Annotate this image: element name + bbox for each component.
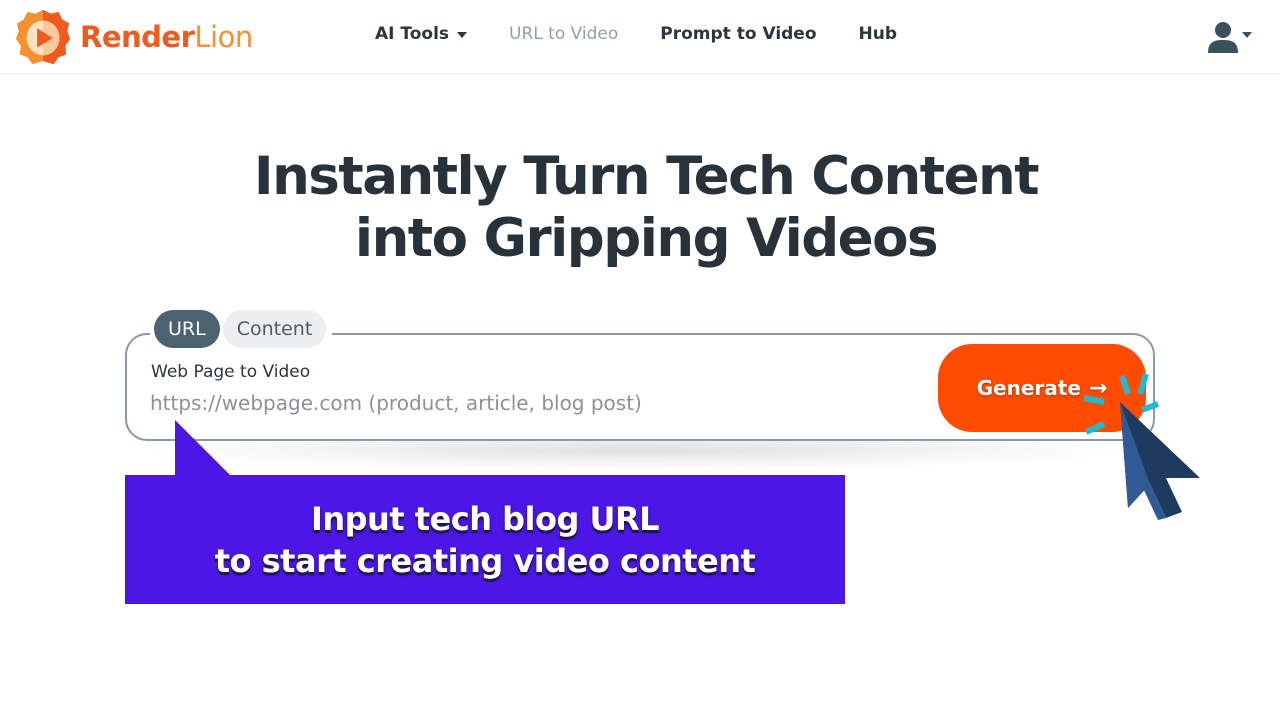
hero-title-line1: Instantly Turn Tech Content: [253, 146, 1040, 207]
hero-title-line2: into Gripping Videos: [354, 208, 939, 269]
logo[interactable]: RenderLion: [14, 8, 253, 66]
user-icon: [1208, 22, 1238, 53]
nav-ai-tools-label: AI Tools: [375, 24, 450, 44]
hero-title: Instantly Turn Tech Content into Grippin…: [0, 146, 1280, 270]
input-mode-tabs: URL Content: [150, 310, 333, 348]
nav-url-to-video-label: URL to Video: [509, 24, 619, 44]
field-label: Web Page to Video: [151, 362, 311, 382]
callout-line1: Input tech blog URL: [310, 499, 660, 538]
arrow-right-icon: →: [1088, 375, 1108, 401]
page: RenderLion AI Tools URL to Video Prompt …: [0, 0, 1280, 720]
tab-content[interactable]: Content: [222, 310, 327, 348]
nav-hub-label: Hub: [858, 24, 898, 44]
user-menu-button[interactable]: [1206, 20, 1252, 54]
generate-label: Generate: [976, 376, 1081, 400]
url-input[interactable]: [150, 388, 910, 418]
generate-button[interactable]: Generate →: [938, 344, 1146, 432]
caret-down-icon: [457, 32, 468, 38]
instruction-callout: Input tech blog URL to start creating vi…: [125, 475, 845, 604]
main-nav: AI Tools URL to Video Prompt to Video Hu…: [375, 24, 939, 44]
lion-logo-icon: [15, 9, 71, 65]
nav-url-to-video[interactable]: URL to Video: [509, 24, 618, 44]
brand-name: RenderLion: [80, 20, 253, 54]
nav-prompt-to-video-label: Prompt to Video: [660, 24, 817, 44]
callout-line2: to start creating video content: [214, 541, 756, 580]
tab-url[interactable]: URL: [154, 310, 220, 348]
nav-ai-tools[interactable]: AI Tools: [375, 24, 468, 44]
nav-hub[interactable]: Hub: [859, 24, 898, 44]
callout-tail: [175, 420, 230, 475]
top-navbar: RenderLion AI Tools URL to Video Prompt …: [0, 0, 1280, 74]
nav-prompt-to-video[interactable]: Prompt to Video: [660, 24, 816, 44]
caret-down-icon: [1242, 32, 1252, 38]
